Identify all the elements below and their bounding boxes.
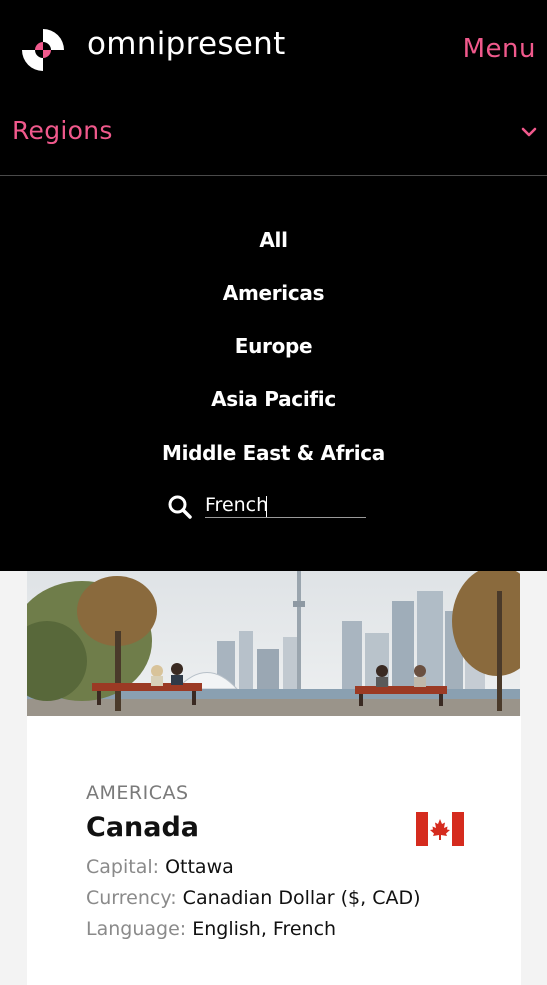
currency-row: Currency: Canadian Dollar ($, CAD) — [86, 887, 421, 909]
canada-flag-icon — [416, 812, 464, 846]
region-item-asia-pacific[interactable]: Asia Pacific — [0, 387, 547, 411]
chevron-down-icon — [521, 127, 537, 137]
search-input[interactable] — [205, 492, 366, 518]
site-header: omnipresent Menu — [0, 0, 547, 100]
card-country-name: Canada — [86, 812, 200, 843]
language-label: Language: — [86, 918, 187, 940]
menu-button[interactable]: Menu — [463, 34, 536, 64]
region-item-europe[interactable]: Europe — [0, 334, 547, 358]
text-cursor — [266, 496, 267, 517]
card-region: AMERICAS — [86, 782, 189, 804]
currency-value: Canadian Dollar ($, CAD) — [182, 887, 421, 909]
omnipresent-logo-icon[interactable] — [20, 27, 66, 73]
region-item-americas[interactable]: Americas — [0, 281, 547, 305]
country-card[interactable]: AMERICAS Canada Capital: Ottawa Currency… — [27, 716, 521, 985]
search-icon[interactable] — [167, 494, 193, 520]
language-row: Language: English, French — [86, 918, 336, 940]
capital-value: Ottawa — [165, 856, 234, 878]
currency-label: Currency: — [86, 887, 177, 909]
region-item-middle-east-africa[interactable]: Middle East & Africa — [0, 441, 547, 465]
regions-label: Regions — [12, 116, 113, 145]
capital-row: Capital: Ottawa — [86, 856, 234, 878]
capital-label: Capital: — [86, 856, 160, 878]
language-value: English, French — [192, 918, 337, 940]
logo-text[interactable]: omnipresent — [87, 26, 286, 62]
regions-menu: All Americas Europe Asia Pacific Middle … — [0, 176, 547, 571]
region-item-all[interactable]: All — [0, 228, 547, 252]
city-skyline-photo — [27, 571, 520, 716]
regions-dropdown-toggle[interactable]: Regions — [0, 100, 547, 176]
